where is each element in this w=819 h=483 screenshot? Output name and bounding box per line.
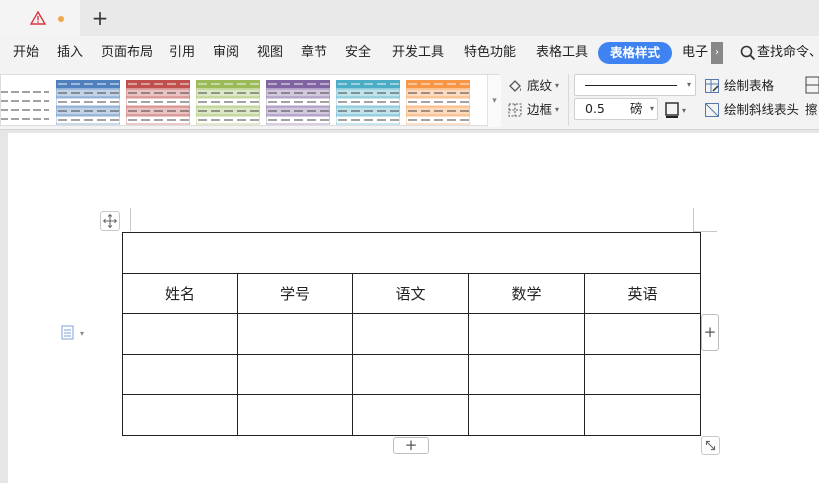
table-style-red[interactable] bbox=[125, 79, 191, 126]
table-style-purple[interactable] bbox=[265, 79, 331, 126]
header-cell-name[interactable]: 姓名 bbox=[122, 272, 238, 315]
add-column-button[interactable]: + bbox=[701, 314, 719, 351]
table-cell[interactable] bbox=[352, 394, 469, 436]
table-resize-icon[interactable] bbox=[701, 436, 720, 455]
table-cell[interactable] bbox=[583, 394, 702, 436]
document-tab[interactable] bbox=[0, 0, 80, 36]
border-button[interactable]: 边框 ▾ bbox=[507, 100, 565, 120]
line-style-select[interactable]: ▾ bbox=[574, 74, 696, 96]
table-style-preview bbox=[125, 79, 191, 125]
menu-page-layout[interactable]: 页面布局 bbox=[101, 36, 153, 70]
ribbon: ▾ 底纹 ▾ 边框 ▾ ▾ 0.5 磅 ▾ ▾ 绘制表格 绘制斜线表头 擦 bbox=[0, 70, 819, 130]
margin-guide bbox=[693, 208, 694, 231]
table-cell[interactable] bbox=[237, 313, 353, 355]
table-row bbox=[122, 353, 702, 396]
menu-features[interactable]: 特色功能 bbox=[464, 36, 516, 70]
table-cell[interactable] bbox=[237, 394, 353, 436]
table-cell[interactable] bbox=[583, 353, 702, 396]
table-style-teal[interactable] bbox=[335, 79, 401, 126]
margin-guide bbox=[130, 208, 131, 231]
menu-overflow[interactable]: 电子 bbox=[682, 36, 708, 70]
header-cell-student-id[interactable]: 学号 bbox=[237, 272, 353, 315]
line-width-select[interactable]: 0.5 磅 ▾ bbox=[574, 98, 658, 120]
table-style-green[interactable] bbox=[195, 79, 261, 126]
tab-strip: + bbox=[0, 0, 819, 36]
header-cell-math[interactable]: 数学 bbox=[468, 272, 585, 315]
menu-scroll-right-arrow[interactable]: › bbox=[711, 42, 723, 64]
table-style-preview bbox=[405, 79, 471, 125]
menu-security[interactable]: 安全 bbox=[345, 36, 371, 70]
merged-title-cell[interactable] bbox=[121, 232, 702, 274]
add-row-button[interactable]: + bbox=[393, 437, 429, 454]
menu-references[interactable]: 引用 bbox=[169, 36, 195, 70]
header-cell-chinese[interactable]: 语文 bbox=[352, 272, 469, 315]
table-style-orange[interactable] bbox=[405, 79, 471, 126]
chevron-down-icon: ▾ bbox=[686, 80, 691, 89]
ribbon-separator bbox=[568, 74, 569, 126]
line-style-sample bbox=[585, 85, 677, 86]
search-icon[interactable] bbox=[740, 45, 756, 61]
table-cell[interactable] bbox=[352, 313, 469, 355]
table-row bbox=[122, 394, 702, 436]
menu-view[interactable]: 视图 bbox=[257, 36, 283, 70]
table-style-gallery: ▾ bbox=[0, 74, 501, 127]
unsaved-dot-icon bbox=[58, 16, 64, 22]
search-command-label[interactable]: 查找命令、 bbox=[757, 36, 819, 70]
shading-button[interactable]: 底纹 ▾ bbox=[507, 76, 565, 96]
document-table[interactable]: 姓名 学号 语文 数学 英语 bbox=[121, 232, 702, 436]
header-cell-english[interactable]: 英语 bbox=[583, 272, 702, 315]
diagonal-cell-icon bbox=[705, 103, 719, 117]
menu-chapter[interactable]: 章节 bbox=[301, 36, 327, 70]
table-style-preview bbox=[195, 79, 261, 125]
eraser-button[interactable]: 擦 bbox=[805, 100, 819, 120]
table-cell[interactable] bbox=[352, 353, 469, 396]
menu-developer[interactable]: 开发工具 bbox=[392, 36, 444, 70]
table-header-row: 姓名 学号 语文 数学 英语 bbox=[122, 272, 702, 315]
pencil-grid-icon bbox=[705, 79, 719, 93]
paragraph-layout-icon[interactable]: ▾ bbox=[60, 324, 90, 342]
svg-text:▾: ▾ bbox=[682, 106, 686, 115]
chevron-down-icon: ▾ bbox=[649, 104, 654, 113]
table-cell[interactable] bbox=[122, 353, 238, 396]
warning-triangle-icon bbox=[30, 11, 46, 25]
table-cell[interactable] bbox=[468, 313, 585, 355]
draw-table-button[interactable]: 绘制表格 bbox=[704, 76, 784, 96]
table-style-preview bbox=[265, 79, 331, 125]
table-cell[interactable] bbox=[122, 394, 238, 436]
table-style-preview bbox=[55, 79, 121, 125]
svg-text:▾: ▾ bbox=[80, 329, 84, 338]
table-style-preview bbox=[335, 79, 401, 125]
menu-start[interactable]: 开始 bbox=[13, 36, 39, 70]
table-move-icon[interactable] bbox=[100, 211, 120, 231]
menu-table-style[interactable]: 表格样式 bbox=[598, 42, 672, 64]
menu-insert[interactable]: 插入 bbox=[57, 36, 83, 70]
table-cell[interactable] bbox=[583, 313, 702, 355]
table-cell[interactable] bbox=[468, 353, 585, 396]
table-style-blue[interactable] bbox=[55, 79, 121, 126]
table-cell[interactable] bbox=[468, 394, 585, 436]
menu-review[interactable]: 审阅 bbox=[213, 36, 239, 70]
table-row bbox=[122, 313, 702, 355]
table-row bbox=[121, 232, 702, 274]
table-cell[interactable] bbox=[122, 313, 238, 355]
gallery-more-arrow[interactable]: ▾ bbox=[487, 75, 501, 127]
eraser-icon bbox=[805, 76, 819, 94]
menu-bar: 开始 插入 页面布局 引用 审阅 视图 章节 安全 开发工具 特色功能 表格工具… bbox=[0, 36, 819, 70]
table-cell[interactable] bbox=[237, 353, 353, 396]
pen-color-button[interactable]: ▾ bbox=[664, 100, 690, 120]
paint-bucket-icon bbox=[509, 80, 521, 92]
draw-diagonal-header-button[interactable]: 绘制斜线表头 bbox=[704, 100, 804, 120]
border-grid-icon bbox=[508, 103, 522, 117]
menu-table-tools[interactable]: 表格工具 bbox=[536, 36, 588, 70]
new-tab-button[interactable]: + bbox=[90, 6, 110, 30]
